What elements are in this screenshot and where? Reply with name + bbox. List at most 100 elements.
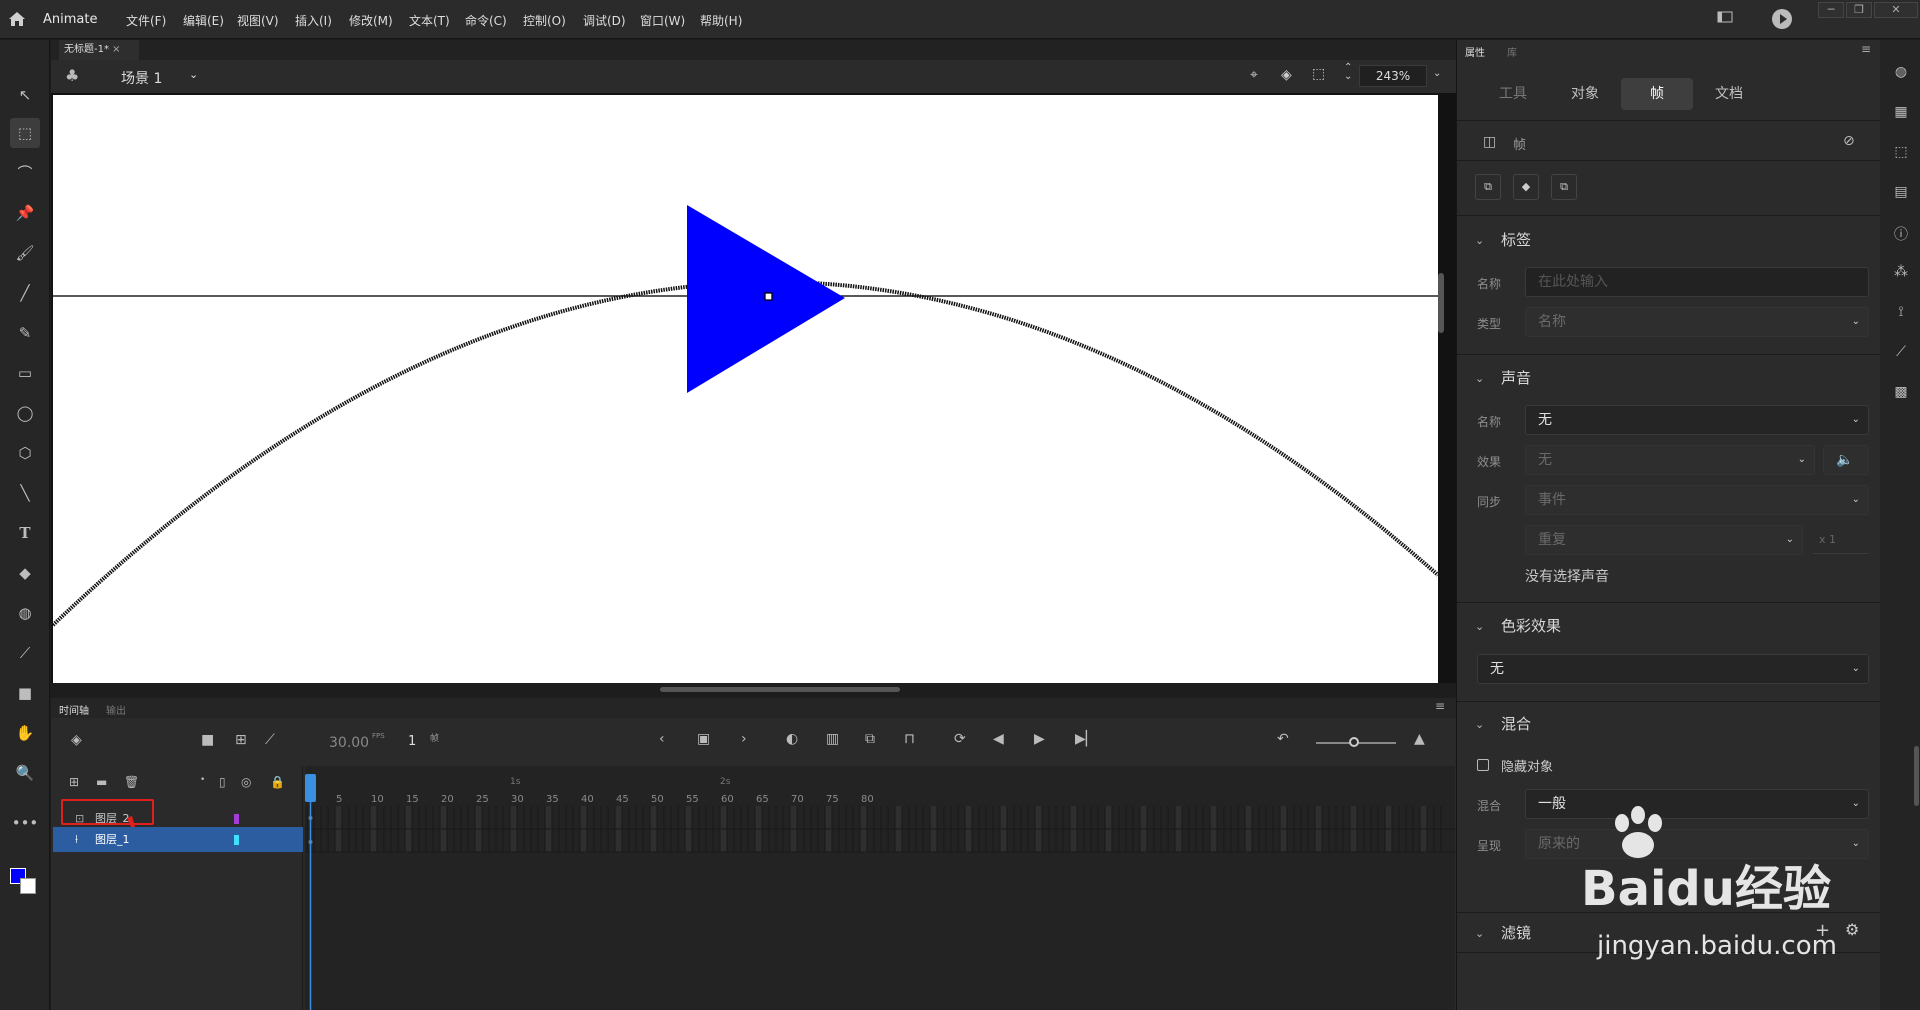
graph-icon[interactable]: ⟋ bbox=[265, 732, 275, 748]
show-outline-icon[interactable]: ▯ bbox=[219, 775, 226, 789]
sound-name-select[interactable]: 无 ⌄ bbox=[1525, 405, 1869, 435]
label-name-input[interactable]: 在此处输入 bbox=[1525, 267, 1869, 297]
frame-picker-icon[interactable]: ▩ bbox=[1890, 384, 1912, 406]
brush-tool-icon[interactable]: ╱ bbox=[10, 278, 40, 308]
scene-label[interactable]: 场景 1 bbox=[121, 68, 162, 88]
fps-value[interactable]: 30.00 bbox=[329, 735, 369, 751]
layer-parenting-icon[interactable]: ⊞ bbox=[235, 732, 247, 748]
minimize-button[interactable]: ─ bbox=[1818, 2, 1844, 18]
zoom-tool-icon[interactable]: 🔍 bbox=[10, 758, 40, 788]
help-icon[interactable]: ⊘ bbox=[1843, 133, 1855, 149]
next-frame-icon[interactable]: › bbox=[741, 731, 747, 747]
hide-object-checkbox[interactable] bbox=[1477, 759, 1489, 771]
property-tab[interactable]: 文档 bbox=[1693, 78, 1765, 110]
selection-tool-icon[interactable]: ↖ bbox=[10, 80, 40, 110]
strip-scrollbar[interactable] bbox=[1914, 746, 1919, 806]
close-button[interactable]: ✕ bbox=[1874, 2, 1918, 18]
mountain-icon[interactable]: ▲ bbox=[1414, 731, 1425, 747]
transform-point-handle[interactable] bbox=[764, 292, 773, 301]
render-select[interactable]: 原来的 ⌄ bbox=[1525, 829, 1869, 859]
stroke-color-swatch[interactable] bbox=[20, 878, 36, 894]
edit-sound-envelope-button[interactable]: 🔈 bbox=[1823, 445, 1869, 475]
playhead-handle[interactable] bbox=[305, 774, 316, 802]
properties-tab[interactable]: 属性 bbox=[1465, 44, 1485, 59]
menu-item[interactable]: 控制(O) bbox=[523, 12, 566, 29]
menu-item[interactable]: 命令(C) bbox=[465, 12, 507, 29]
panel-splitter[interactable] bbox=[660, 687, 900, 692]
color-panel-icon[interactable]: ◍ bbox=[1890, 64, 1912, 86]
add-filter-icon[interactable]: + bbox=[1815, 920, 1830, 941]
layer-row-selected[interactable]: ⟊ 图层_1 bbox=[53, 827, 303, 852]
property-tab[interactable]: 帧 bbox=[1621, 78, 1693, 110]
menu-item[interactable]: 编辑(E) bbox=[183, 12, 224, 29]
fit-frames-icon[interactable]: ↶ bbox=[1277, 731, 1289, 747]
layer-name[interactable]: 图层_1 bbox=[95, 827, 130, 852]
zoom-field[interactable]: 243% bbox=[1359, 65, 1427, 87]
motion-presets-icon[interactable]: ⁂ bbox=[1890, 264, 1912, 286]
lasso-tool-icon[interactable]: ⌒ bbox=[10, 158, 40, 188]
pin-tool-icon[interactable]: 📌 bbox=[10, 198, 40, 228]
free-transform-tool-icon[interactable]: ⬚ bbox=[10, 118, 40, 148]
hand-tool-icon[interactable]: ✋ bbox=[10, 718, 40, 748]
blend-section-title[interactable]: 混合 bbox=[1501, 713, 1531, 734]
frames-area[interactable]: 5 10 15 20 25 30 35 40 45 50 55 60 65 70 75 80 1s 2s bbox=[305, 766, 1455, 1010]
filter-settings-gear-icon[interactable]: ⚙ bbox=[1845, 920, 1859, 939]
oval-tool-icon[interactable]: ◯ bbox=[10, 398, 40, 428]
layer-color-marker[interactable] bbox=[234, 835, 239, 845]
restore-button[interactable]: ❐ bbox=[1846, 2, 1872, 18]
layer-color-marker[interactable] bbox=[234, 814, 239, 824]
polystar-tool-icon[interactable]: ⬡ bbox=[10, 438, 40, 468]
menu-item[interactable]: 帮助(H) bbox=[700, 12, 742, 29]
close-tab-icon[interactable]: × bbox=[112, 44, 120, 55]
home-icon[interactable] bbox=[8, 11, 26, 27]
components-icon[interactable]: ⟟ bbox=[1890, 304, 1912, 326]
property-tab[interactable]: 对象 bbox=[1549, 78, 1621, 110]
center-stage-icon[interactable]: ⌖ bbox=[1250, 67, 1258, 83]
sound-effect-select[interactable]: 无 ⌄ bbox=[1525, 445, 1815, 475]
text-tool-icon[interactable]: T bbox=[10, 518, 40, 548]
menu-item[interactable]: 窗口(W) bbox=[640, 12, 685, 29]
menu-item[interactable]: 文件(F) bbox=[126, 12, 166, 29]
library-tab[interactable]: 库 bbox=[1507, 44, 1517, 59]
lock-layers-icon[interactable]: 🔒 bbox=[270, 775, 285, 789]
property-tab[interactable]: 工具 bbox=[1477, 78, 1549, 110]
color-effect-chevron-icon[interactable]: ⌄ bbox=[1475, 620, 1484, 633]
document-tab[interactable]: 无标题-1* × bbox=[59, 40, 139, 60]
label-section-chevron-icon[interactable]: ⌄ bbox=[1475, 234, 1484, 247]
panel-menu-icon[interactable]: ≡ bbox=[1861, 42, 1871, 56]
camera-tool-icon[interactable]: ■ bbox=[10, 678, 40, 708]
convert-keyframe-icon[interactable]: ⧉ bbox=[1475, 174, 1501, 200]
step-back-icon[interactable]: ◀ bbox=[993, 731, 1004, 747]
highlight-layers-icon[interactable]: • bbox=[200, 775, 205, 785]
pencil-tool-icon[interactable]: ✎ bbox=[10, 318, 40, 348]
menu-item[interactable]: 修改(M) bbox=[349, 12, 393, 29]
sound-section-title[interactable]: 声音 bbox=[1501, 367, 1531, 388]
current-frame[interactable]: 1 bbox=[408, 734, 416, 749]
zoom-dropdown-icon[interactable]: ⌄ bbox=[1433, 68, 1441, 79]
transform-icon[interactable]: ⬚ bbox=[1890, 144, 1912, 166]
paint-brush-tool-icon[interactable]: 🖌 bbox=[10, 238, 40, 268]
panel-menu-icon[interactable]: ≡ bbox=[1435, 699, 1445, 713]
color-effect-select[interactable]: 无 ⌄ bbox=[1477, 654, 1869, 684]
zoom-stepper-icon[interactable]: ⌃ ⌄ bbox=[1344, 63, 1352, 82]
prev-frame-icon[interactable]: ‹ bbox=[659, 731, 665, 747]
more-tools-icon[interactable]: ••• bbox=[10, 808, 40, 838]
hide-layers-icon[interactable]: ◎ bbox=[241, 775, 251, 789]
sound-repeat-count[interactable]: x 1 bbox=[1819, 533, 1836, 546]
loop-icon[interactable]: ⟳ bbox=[954, 731, 966, 747]
duplicate-icon[interactable]: ⧉ bbox=[1551, 174, 1577, 200]
blend-section-chevron-icon[interactable]: ⌄ bbox=[1475, 718, 1484, 731]
step-forward-icon[interactable]: ▶▏ bbox=[1075, 731, 1097, 747]
swap-icon[interactable]: ◆ bbox=[1513, 174, 1539, 200]
timeline-tab[interactable]: 时间轴 bbox=[59, 702, 89, 717]
stage-canvas[interactable] bbox=[51, 95, 1440, 683]
camera-icon[interactable]: ■ bbox=[201, 732, 214, 748]
align-icon[interactable]: ▤ bbox=[1890, 184, 1912, 206]
scene-dropdown-icon[interactable]: ⌄ bbox=[189, 68, 198, 81]
new-layer-icon[interactable]: ⊞ bbox=[69, 775, 79, 789]
menu-item[interactable]: 插入(I) bbox=[295, 12, 332, 29]
workspace-icon[interactable] bbox=[1714, 10, 1736, 26]
color-effect-title[interactable]: 色彩效果 bbox=[1501, 615, 1561, 636]
info-icon[interactable]: ⓘ bbox=[1890, 224, 1912, 246]
rectangle-tool-icon[interactable]: ▭ bbox=[10, 358, 40, 388]
